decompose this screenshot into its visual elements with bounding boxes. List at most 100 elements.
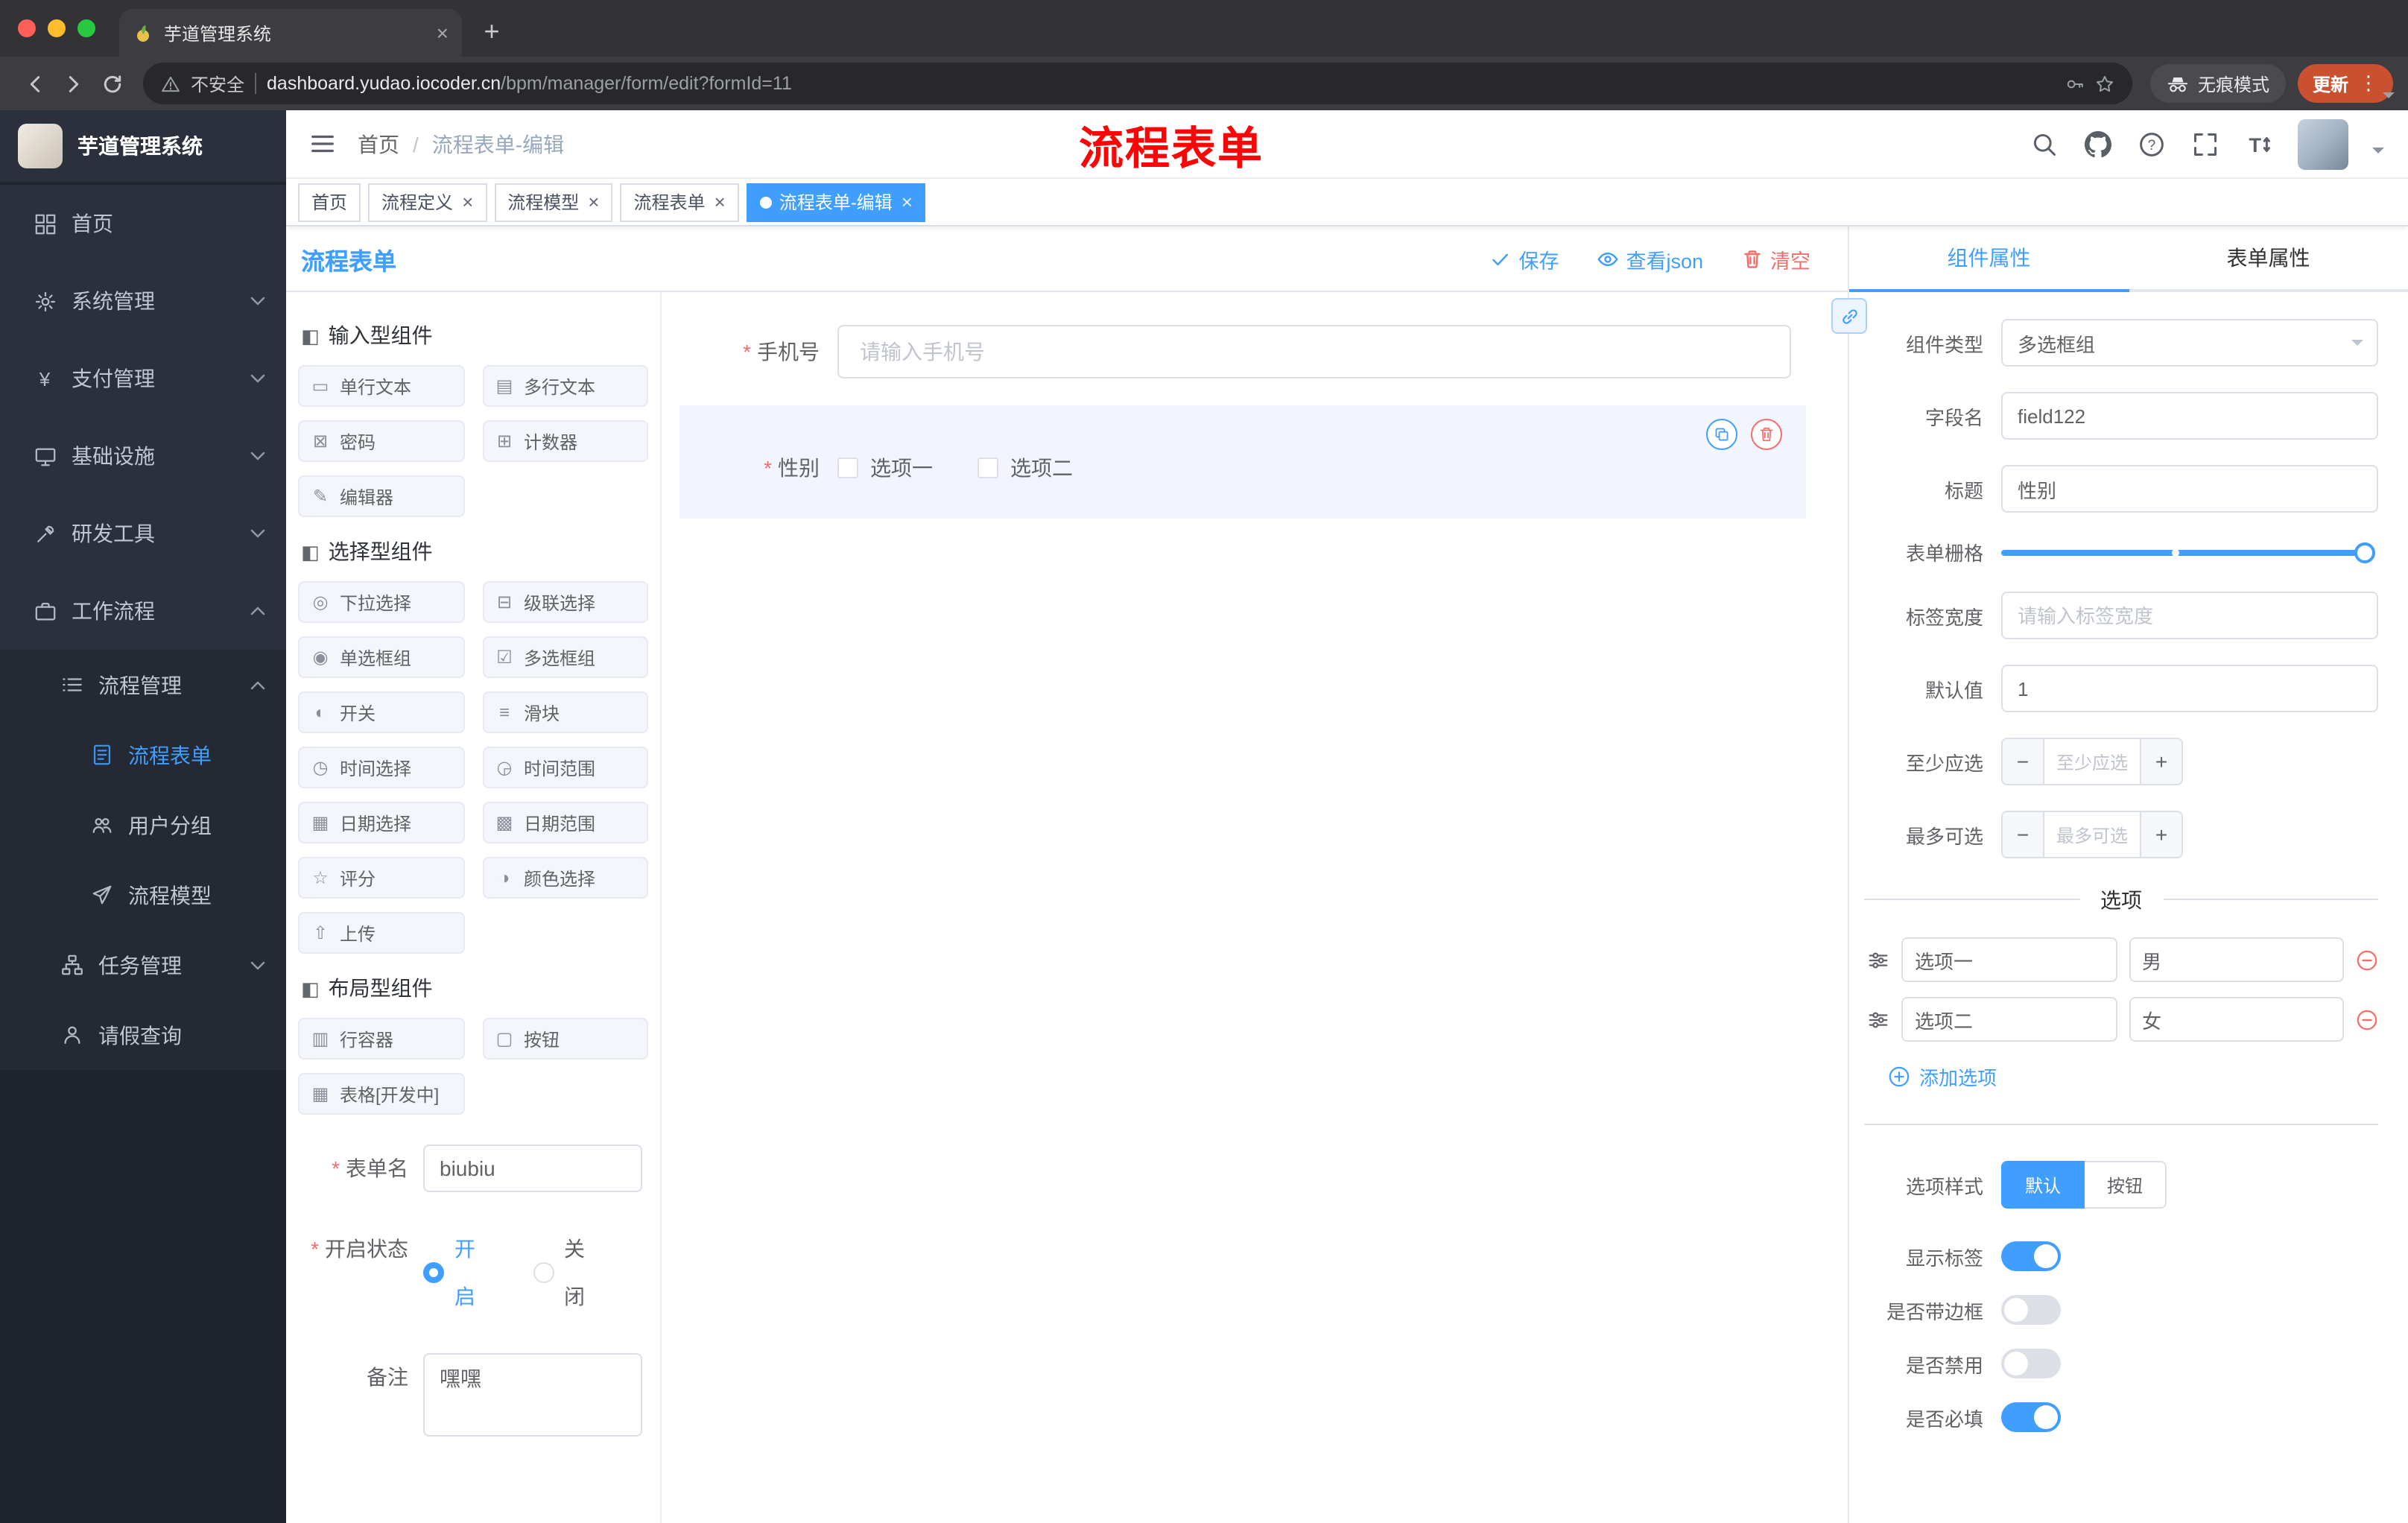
bookmark-star-icon[interactable] [2095,74,2114,93]
option-value-input[interactable] [2129,997,2344,1042]
forward-button[interactable] [54,64,92,103]
palette-item-color[interactable]: ◑ 颜色选择 [482,857,648,899]
toggle-switch[interactable] [2001,1295,2061,1325]
close-icon[interactable]: × [588,192,599,212]
palette-item-upload[interactable]: ⇧ 上传 [298,912,464,954]
tab-component-props[interactable]: 组件属性 [1849,227,2129,292]
title-input[interactable] [2001,465,2378,513]
close-window-button[interactable] [18,19,36,37]
fullscreen-icon[interactable] [2190,127,2220,160]
form-canvas[interactable]: 手机号 [662,292,1848,1523]
search-icon[interactable] [2030,127,2059,160]
close-icon[interactable]: × [902,192,913,212]
drag-handle-icon[interactable] [1867,949,1889,971]
palette-item-counter[interactable]: ⊞ 计数器 [482,420,648,462]
sidebar-item-process-model[interactable]: 流程模型 [0,860,286,930]
palette-item-table[interactable]: ▦ 表格[开发中] [298,1073,464,1115]
new-tab-button[interactable]: + [471,10,513,52]
sidebar-item-infra[interactable]: 基础设施 [0,417,286,495]
clear-button[interactable]: 清空 [1742,244,1810,273]
toggle-switch[interactable] [2001,1241,2061,1271]
github-icon[interactable] [2083,127,2113,160]
checkbox-icon[interactable] [978,457,998,478]
palette-item-switch[interactable]: ◐ 开关 [298,691,464,733]
delete-field-button[interactable] [1751,419,1782,450]
browser-menu-icon[interactable]: ⋮ [2359,72,2378,95]
grid-slider[interactable] [2001,542,2375,563]
view-json-button[interactable]: 查看json [1597,244,1703,273]
copy-field-button[interactable] [1706,419,1737,450]
palette-item-password[interactable]: ⊠ 密码 [298,420,464,462]
sidebar-item-process-form[interactable]: 流程表单 [0,720,286,790]
canvas-checkbox-option[interactable]: 选项一 [837,453,933,483]
field-name-input[interactable] [2001,392,2378,440]
increase-button[interactable]: + [2140,812,2182,857]
view-tag[interactable]: 流程表单-编辑 × [746,183,926,221]
canvas-field-phone[interactable]: 手机号 [679,307,1806,396]
form-remark-textarea[interactable]: 嘿嘿 [423,1353,642,1437]
palette-item-rate[interactable]: ☆ 评分 [298,857,464,899]
link-icon[interactable] [1831,298,1867,334]
palette-item-time[interactable]: ◷ 时间选择 [298,747,464,788]
style-option-1[interactable]: 默认 [2001,1161,2085,1209]
help-icon[interactable]: ? [2137,127,2167,160]
decrease-button[interactable]: − [2003,739,2044,784]
palette-item-date[interactable]: ▦ 日期选择 [298,802,464,843]
remove-option-button[interactable] [2356,949,2378,971]
canvas-field-gender[interactable]: 性别 选项一 选项二 [679,405,1806,519]
option-label-input[interactable] [1901,937,2117,982]
increase-button[interactable]: + [2140,739,2182,784]
remove-option-button[interactable] [2356,1008,2378,1030]
palette-item-multi-text[interactable]: ▤ 多行文本 [482,365,648,407]
palette-item-date-range[interactable]: ▩ 日期范围 [482,802,648,843]
browser-update-button[interactable]: 更新 ⋮ [2297,64,2393,103]
phone-input[interactable] [837,325,1791,379]
reload-button[interactable] [92,64,131,103]
minimize-window-button[interactable] [48,19,66,37]
sidebar-logo-row[interactable]: 芋道管理系统 [0,110,286,182]
close-icon[interactable]: × [462,192,473,212]
palette-item-select[interactable]: ◎ 下拉选择 [298,581,464,623]
sidebar-item-leave-query[interactable]: 请假查询 [0,1000,286,1070]
toggle-switch[interactable] [2001,1402,2061,1432]
view-tag[interactable]: 首页 [298,183,361,221]
component-type-select[interactable]: 多选框组 [2001,319,2378,367]
option-value-input[interactable] [2129,937,2344,982]
save-button[interactable]: 保存 [1490,244,1559,273]
default-value-input[interactable] [2001,665,2378,712]
palette-item-editor[interactable]: ✎ 编辑器 [298,475,464,517]
sidebar-item-payment[interactable]: ¥ 支付管理 [0,340,286,417]
breadcrumb-home[interactable]: 首页 [358,129,399,159]
form-name-input[interactable] [423,1144,642,1192]
sidebar-item-process-mgmt[interactable]: 流程管理 [0,650,286,720]
slider-handle[interactable] [2354,542,2375,563]
drag-handle-icon[interactable] [1867,1008,1889,1030]
sidebar-item-user-group[interactable]: 用户分组 [0,790,286,860]
palette-item-button[interactable]: ▢ 按钮 [482,1018,648,1060]
label-width-input[interactable] [2001,592,2378,639]
browser-tab[interactable]: 芋道管理系统 × [119,9,462,57]
zoom-window-button[interactable] [77,19,95,37]
palette-item-row[interactable]: ▥ 行容器 [298,1018,464,1060]
sidebar-item-home[interactable]: 首页 [0,185,286,262]
decrease-button[interactable]: − [2003,812,2044,857]
address-bar[interactable]: 不安全 dashboard.yudao.iocoder.cn/bpm/manag… [143,63,2132,104]
sidebar-item-workflow[interactable]: 工作流程 [0,572,286,650]
view-tag[interactable]: 流程模型 × [494,183,613,221]
close-icon[interactable]: × [715,192,726,212]
checkbox-icon[interactable] [837,457,858,478]
palette-item-radio-group[interactable]: ◉ 单选框组 [298,636,464,678]
status-radio-on[interactable]: 开启 [423,1225,494,1320]
option-label-input[interactable] [1901,997,2117,1042]
sidebar-item-devtools[interactable]: 研发工具 [0,495,286,572]
palette-item-time-range[interactable]: ◶ 时间范围 [482,747,648,788]
palette-item-single-text[interactable]: ▭ 单行文本 [298,365,464,407]
palette-item-slider[interactable]: ≡ 滑块 [482,691,648,733]
palette-item-checkbox-group[interactable]: ☑ 多选框组 [482,636,648,678]
palette-item-cascader[interactable]: ⊟ 级联选择 [482,581,648,623]
add-option-button[interactable]: 添加选项 [1888,1063,2378,1091]
canvas-checkbox-option[interactable]: 选项二 [978,453,1073,483]
hamburger-icon[interactable] [286,110,358,178]
password-key-icon[interactable] [2065,74,2085,93]
tab-form-props[interactable]: 表单属性 [2129,227,2408,289]
